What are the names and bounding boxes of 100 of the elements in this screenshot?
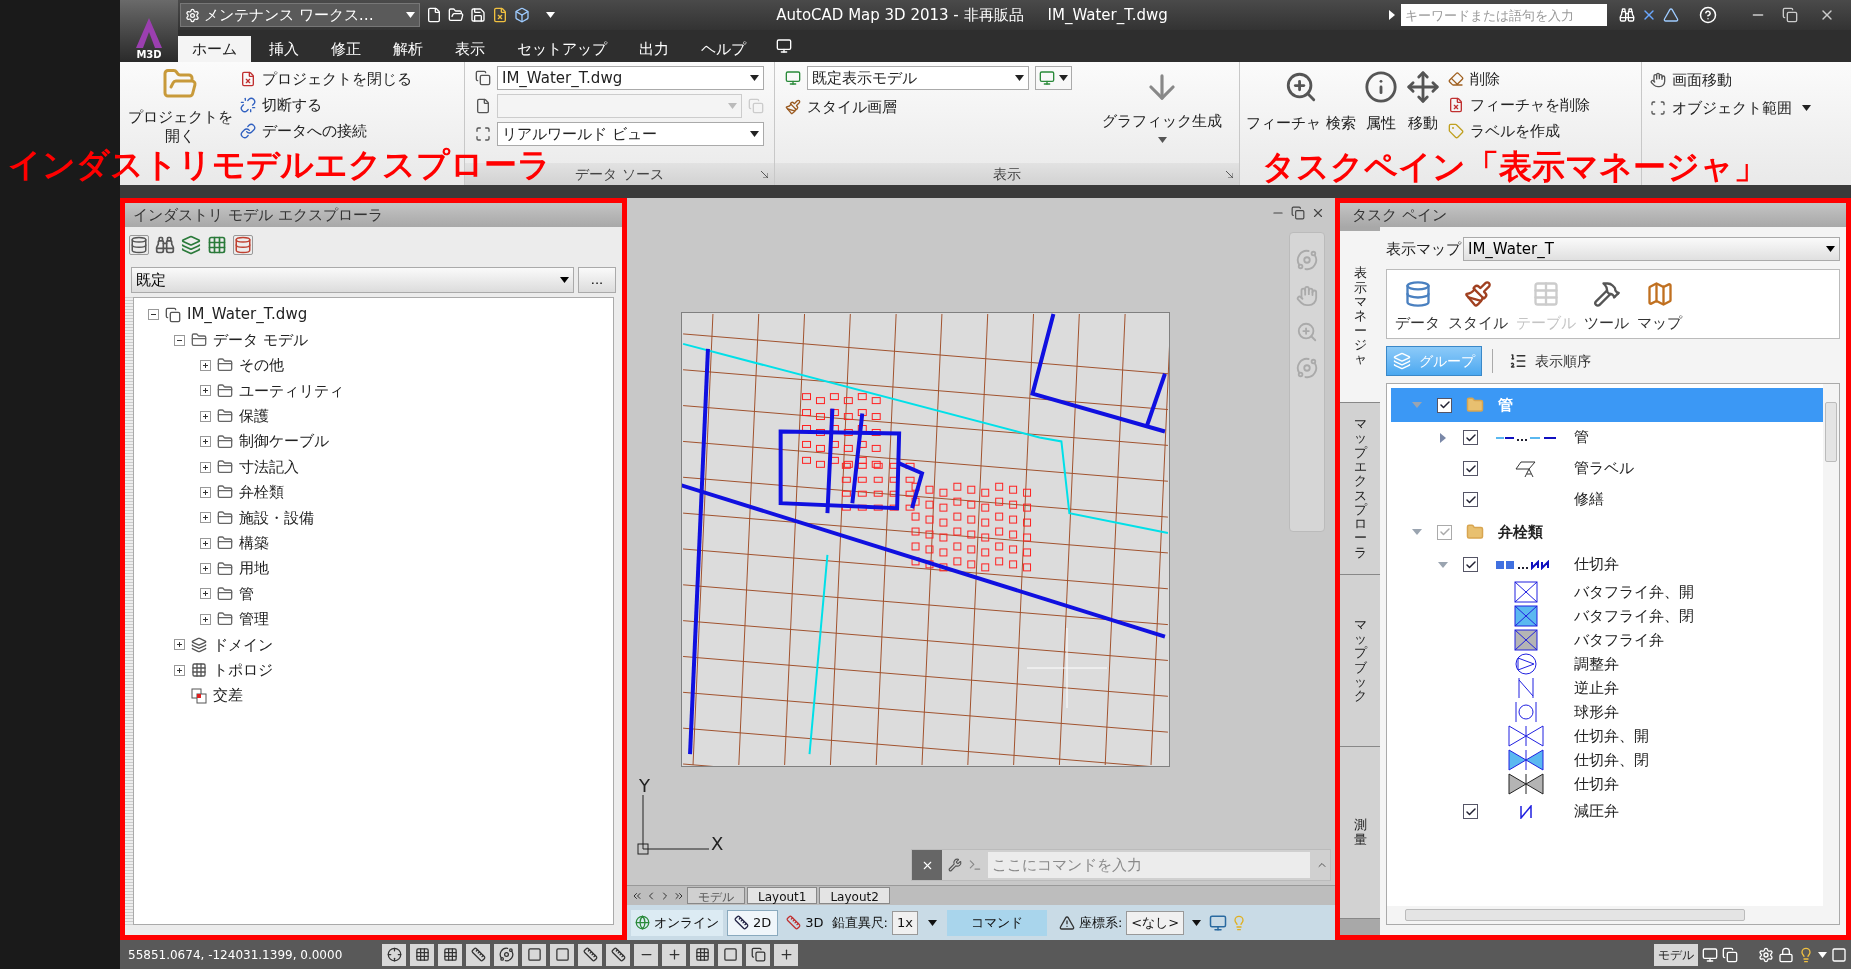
expander-icon[interactable]: [174, 639, 185, 651]
ribbon-button[interactable]: プロジェクトを開く: [124, 66, 236, 146]
coordinate-system-field[interactable]: <なし>: [1126, 910, 1185, 935]
ribbon-tab[interactable]: 表示: [441, 36, 499, 62]
layer-group-row[interactable]: 弁栓類: [1391, 515, 1823, 549]
close-file-icon[interactable]: [240, 71, 256, 87]
expander-icon[interactable]: [200, 359, 211, 371]
vertical-scrollbar[interactable]: [1823, 384, 1839, 906]
brush-icon[interactable]: [785, 99, 801, 115]
layer-checkbox[interactable]: [1437, 524, 1452, 540]
viewport-icon[interactable]: [1702, 946, 1718, 963]
expander-icon[interactable]: [200, 461, 211, 473]
restore-icon[interactable]: [1291, 206, 1305, 220]
view-dropdown[interactable]: リアルワールド ビュー: [497, 122, 764, 146]
ribbon-button[interactable]: プロジェクトを閉じる: [240, 66, 412, 92]
symbol-row[interactable]: バタフライ弁: [1391, 628, 1823, 652]
online-icon[interactable]: [635, 915, 650, 930]
horizontal-scrollbar[interactable]: [1387, 906, 1839, 924]
tree-item[interactable]: ユーティリティ: [239, 379, 344, 403]
tree-item[interactable]: 制御ケーブル: [239, 430, 329, 453]
link-icon[interactable]: [240, 123, 256, 139]
expander-icon[interactable]: [174, 334, 185, 346]
expander-icon[interactable]: [200, 537, 211, 549]
caret-icon[interactable]: [750, 131, 759, 137]
file-icon[interactable]: [492, 7, 508, 23]
layer-row[interactable]: 管: [1391, 422, 1823, 453]
layer-checkbox[interactable]: [1463, 430, 1478, 445]
database-edit-icon[interactable]: [233, 235, 253, 255]
dialog-launcher-icon[interactable]: [761, 170, 768, 178]
tree-item[interactable]: 施設・設備: [239, 506, 314, 530]
tree-item[interactable]: 交差: [213, 684, 243, 707]
dialog-launcher-icon[interactable]: [1226, 170, 1233, 178]
panel-toggle-icon[interactable]: [776, 38, 792, 54]
layer-checkbox[interactable]: [1463, 557, 1478, 572]
display-settings-icon[interactable]: [1039, 70, 1055, 86]
wrench-icon[interactable]: [948, 858, 962, 872]
save-icon[interactable]: [470, 7, 486, 23]
symbol-row[interactable]: 仕切弁、開: [1391, 724, 1823, 748]
binoculars-icon[interactable]: [155, 235, 175, 255]
move-icon[interactable]: [1405, 70, 1440, 104]
splitter-grip[interactable]: [125, 297, 133, 925]
ribbon-tab[interactable]: ホーム: [178, 36, 251, 62]
caret-icon[interactable]: [1015, 75, 1024, 81]
2d-button[interactable]: 2D: [727, 909, 779, 936]
zoom-extents-icon[interactable]: [1650, 100, 1666, 116]
expander-icon[interactable]: [200, 486, 211, 498]
ordered-list-icon[interactable]: [1509, 352, 1527, 370]
cube-icon[interactable]: [514, 7, 530, 23]
command-input[interactable]: ここにコマンドを入力: [988, 852, 1310, 878]
layers-check-icon[interactable]: [181, 235, 201, 255]
exaggeration-field[interactable]: 1x: [891, 910, 918, 935]
ribbon-tab[interactable]: セットアップ: [503, 36, 621, 62]
symbol-row[interactable]: バタフライ弁、開: [1391, 580, 1823, 604]
gear-icon[interactable]: [185, 7, 200, 23]
warning-icon[interactable]: [1058, 914, 1075, 931]
fullscreen-icon[interactable]: [1831, 946, 1847, 963]
caret-icon[interactable]: [406, 12, 415, 18]
3d-button[interactable]: 3D: [782, 909, 828, 936]
tool-button[interactable]: ツール: [1584, 279, 1629, 334]
brush-icon[interactable]: [1464, 279, 1492, 308]
layout-tab[interactable]: Layout1: [747, 887, 818, 904]
expander-icon[interactable]: [200, 436, 211, 448]
caret-icon[interactable]: [546, 12, 555, 18]
ribbon-tab[interactable]: 出力: [625, 36, 683, 62]
layout-icon[interactable]: [1722, 946, 1738, 963]
database-icon[interactable]: [1403, 279, 1432, 308]
tree-item[interactable]: 用地: [239, 557, 269, 580]
vertical-tab[interactable]: 表示マネージャ: [1340, 231, 1380, 403]
layer-checkbox[interactable]: [1437, 397, 1452, 413]
layer-checkbox[interactable]: [1463, 804, 1478, 819]
ribbon-tab[interactable]: 解析: [379, 36, 437, 62]
documents-icon[interactable]: [475, 70, 491, 86]
hand-icon[interactable]: [1650, 72, 1666, 88]
ribbon-button[interactable]: 削除: [1447, 66, 1590, 92]
unlink-icon[interactable]: [240, 97, 256, 113]
ribbon-tab[interactable]: 挿入: [255, 36, 313, 62]
symbol-row[interactable]: 仕切弁、閉: [1391, 748, 1823, 772]
ribbon-button[interactable]: フィーチャを削除: [1447, 92, 1590, 118]
caret-icon[interactable]: [1802, 105, 1811, 111]
ribbon-button[interactable]: 画面移動: [1650, 66, 1843, 94]
tree-item[interactable]: 構築: [239, 531, 269, 555]
close-icon[interactable]: [1311, 206, 1325, 220]
symbol-row[interactable]: バタフライ弁、閉: [1391, 604, 1823, 628]
ribbon-tab[interactable]: 修正: [317, 36, 375, 62]
view-mode-toggle[interactable]: 表示順序: [1503, 346, 1597, 376]
map-dropdown[interactable]: IM_Water_T: [1463, 237, 1840, 261]
layer-checkbox[interactable]: [1463, 492, 1478, 507]
lock-icon[interactable]: [1778, 946, 1794, 963]
symbol-row[interactable]: 仕切弁: [1391, 772, 1823, 796]
symbol-row[interactable]: 球形弁: [1391, 700, 1823, 724]
layer-row[interactable]: 仕切弁: [1391, 549, 1823, 580]
expander-icon[interactable]: [200, 410, 211, 422]
expander-icon[interactable]: [200, 512, 211, 524]
ribbon-button[interactable]: データへの接続: [240, 118, 412, 144]
caret-icon[interactable]: [1059, 75, 1068, 81]
tree-item[interactable]: ドメイン: [213, 633, 273, 656]
grid-display-icon[interactable]: [442, 947, 458, 962]
vertical-tab[interactable]: マップエクスプローラ: [1340, 403, 1380, 575]
expander-icon[interactable]: [174, 664, 185, 676]
app-menu-button[interactable]: M3D: [120, 0, 178, 62]
